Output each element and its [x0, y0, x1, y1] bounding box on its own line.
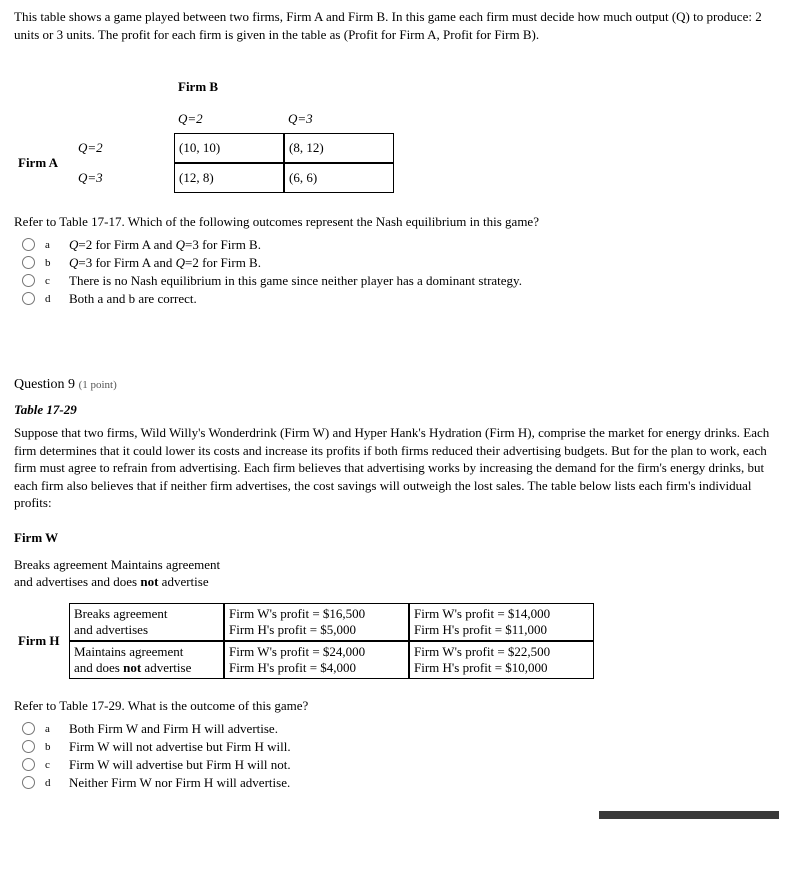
payoff-matrix-game2: Firm H Breaks agreement and advertises F…: [14, 603, 779, 679]
radio-q9-d[interactable]: [22, 776, 35, 789]
radio-q8-a[interactable]: [22, 238, 35, 251]
q8-option-c[interactable]: c There is no Nash equilibrium in this g…: [22, 273, 779, 289]
q9-letter-c: c: [45, 759, 69, 771]
q9-letter-b: b: [45, 741, 69, 753]
firm-w-label: Firm W: [14, 530, 779, 546]
q9-prompt: Refer to Table 17-29. What is the outcom…: [14, 697, 779, 715]
q9-header: Question 9 (1 point): [14, 377, 779, 393]
q8-options: a Q=2 for Firm A and Q=3 for Firm B. b Q…: [22, 237, 779, 307]
q9-points: (1 point): [79, 379, 117, 391]
q9-letter-a: a: [45, 723, 69, 735]
q9-table-title: Table 17-29: [14, 401, 779, 419]
q9-option-a[interactable]: a Both Firm W and Firm H will advertise.: [22, 721, 779, 737]
firm-h-label: Firm H: [14, 603, 69, 679]
q9-text-a: Both Firm W and Firm H will advertise.: [69, 721, 779, 737]
g2-row1-head: Maintains agreement and does not adverti…: [69, 641, 224, 679]
g2-cell-1-1: Firm W's profit = $22,500 Firm H's profi…: [409, 641, 594, 679]
col-header-q2: Q=2: [174, 105, 284, 133]
payoff-cell-1-1: (6, 6): [284, 163, 394, 193]
q8-text-b: Q=3 for Firm A and Q=2 for Firm B.: [69, 255, 779, 271]
q8-option-b[interactable]: b Q=3 for Firm A and Q=2 for Firm B.: [22, 255, 779, 271]
footer-bar: [14, 809, 779, 819]
radio-q8-c[interactable]: [22, 274, 35, 287]
q8-text-c: There is no Nash equilibrium in this gam…: [69, 273, 779, 289]
payoff-cell-0-0: (10, 10): [174, 133, 284, 163]
g2-cell-1-0: Firm W's profit = $24,000 Firm H's profi…: [224, 641, 409, 679]
radio-q9-b[interactable]: [22, 740, 35, 753]
g2-row0-head: Breaks agreement and advertises: [69, 603, 224, 641]
firm-b-label: Firm B: [174, 73, 394, 105]
col-header-q3: Q=3: [284, 105, 394, 133]
row-header-q3: Q=3: [74, 163, 174, 193]
q9-title: Question 9: [14, 377, 75, 392]
q9-option-b[interactable]: b Firm W will not advertise but Firm H w…: [22, 739, 779, 755]
firm-w-column-headers: Breaks agreement Maintains agreement and…: [14, 556, 779, 591]
payoff-cell-0-1: (8, 12): [284, 133, 394, 163]
q8-text-a: Q=2 for Firm A and Q=3 for Firm B.: [69, 237, 779, 253]
q9-text-d: Neither Firm W nor Firm H will advertise…: [69, 775, 779, 791]
q9-paragraph: Suppose that two firms, Wild Willy's Won…: [14, 424, 779, 512]
q8-text-d: Both a and b are correct.: [69, 291, 779, 307]
q8-option-d[interactable]: d Both a and b are correct.: [22, 291, 779, 307]
radio-q8-d[interactable]: [22, 292, 35, 305]
q8-letter-c: c: [45, 275, 69, 287]
g2-cell-0-0: Firm W's profit = $16,500 Firm H's profi…: [224, 603, 409, 641]
q9-option-d[interactable]: d Neither Firm W nor Firm H will adverti…: [22, 775, 779, 791]
g2-cell-0-1: Firm W's profit = $14,000 Firm H's profi…: [409, 603, 594, 641]
radio-q9-c[interactable]: [22, 758, 35, 771]
q8-prompt: Refer to Table 17-17. Which of the follo…: [14, 213, 779, 231]
q9-options: a Both Firm W and Firm H will advertise.…: [22, 721, 779, 791]
row-header-q2: Q=2: [74, 133, 174, 163]
q9-letter-d: d: [45, 777, 69, 789]
q9-text-b: Firm W will not advertise but Firm H wil…: [69, 739, 779, 755]
payoff-matrix-game1: Firm B Q=2 Q=3 Firm A Q=2 (10, 10) (8, 1…: [14, 73, 779, 193]
payoff-cell-1-0: (12, 8): [174, 163, 284, 193]
radio-q8-b[interactable]: [22, 256, 35, 269]
radio-q9-a[interactable]: [22, 722, 35, 735]
q8-letter-a: a: [45, 239, 69, 251]
q9-text-c: Firm W will advertise but Firm H will no…: [69, 757, 779, 773]
q8-letter-b: b: [45, 257, 69, 269]
q8-letter-d: d: [45, 293, 69, 305]
firm-a-label: Firm A: [14, 133, 74, 193]
footer-dark-strip: [599, 811, 779, 819]
q9-option-c[interactable]: c Firm W will advertise but Firm H will …: [22, 757, 779, 773]
intro-paragraph: This table shows a game played between t…: [14, 8, 779, 43]
q8-option-a[interactable]: a Q=2 for Firm A and Q=3 for Firm B.: [22, 237, 779, 253]
